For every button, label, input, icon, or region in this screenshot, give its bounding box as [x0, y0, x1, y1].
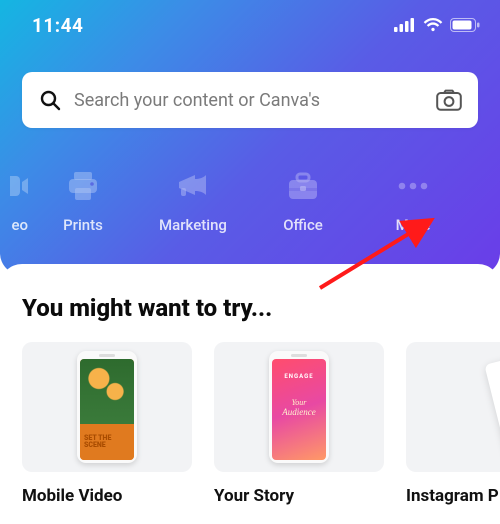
- status-icons: [394, 18, 480, 32]
- category-label: Office: [283, 216, 323, 234]
- suggestion-card-mobile-video[interactable]: SET THESCENE Mobile Video: [22, 342, 192, 506]
- category-more[interactable]: More: [358, 166, 468, 234]
- category-prints[interactable]: Prints: [28, 166, 138, 234]
- category-label: eo: [11, 216, 28, 234]
- megaphone-icon: [173, 166, 213, 206]
- app-screen: 11:44 eo Prints Market: [0, 0, 500, 524]
- card-thumb: Perfect your p: [406, 342, 500, 472]
- card-thumb: SET THESCENE: [22, 342, 192, 472]
- phone-mockup: ENGAGE Your Audience: [269, 351, 329, 463]
- search-icon: [38, 88, 62, 112]
- category-row[interactable]: eo Prints Marketing Office More: [0, 150, 500, 250]
- camera-icon[interactable]: [436, 89, 462, 111]
- suggestion-card-instagram[interactable]: Perfect your p Instagram P: [406, 342, 500, 506]
- briefcase-icon: [283, 166, 323, 206]
- card-title: Instagram P: [406, 486, 500, 506]
- category-marketing[interactable]: Marketing: [138, 166, 248, 234]
- section-title: You might want to try...: [0, 294, 500, 342]
- category-office[interactable]: Office: [248, 166, 358, 234]
- search-input[interactable]: [74, 90, 424, 111]
- ellipsis-icon: [393, 166, 433, 206]
- card-thumb: ENGAGE Your Audience: [214, 342, 384, 472]
- status-time: 11:44: [20, 14, 83, 37]
- category-video[interactable]: eo: [0, 166, 28, 234]
- phone-mockup: SET THESCENE: [77, 351, 137, 463]
- cellular-icon: [394, 18, 416, 32]
- search-bar[interactable]: [22, 72, 478, 128]
- printer-icon: [63, 166, 103, 206]
- video-icon: [8, 166, 28, 206]
- category-label: Prints: [63, 216, 103, 234]
- content-panel: You might want to try... SET THESCENE Mo…: [0, 264, 500, 524]
- instagram-mockup: Perfect your p: [484, 342, 500, 472]
- suggestion-card-your-story[interactable]: ENGAGE Your Audience Your Story: [214, 342, 384, 506]
- status-bar: 11:44: [0, 0, 500, 50]
- card-title: Your Story: [214, 486, 384, 506]
- category-label: More: [396, 216, 431, 234]
- category-label: Marketing: [159, 216, 227, 234]
- card-title: Mobile Video: [22, 486, 192, 506]
- suggestion-row[interactable]: SET THESCENE Mobile Video ENGAGE Your: [0, 342, 500, 506]
- wifi-icon: [423, 18, 443, 32]
- battery-icon: [450, 18, 480, 32]
